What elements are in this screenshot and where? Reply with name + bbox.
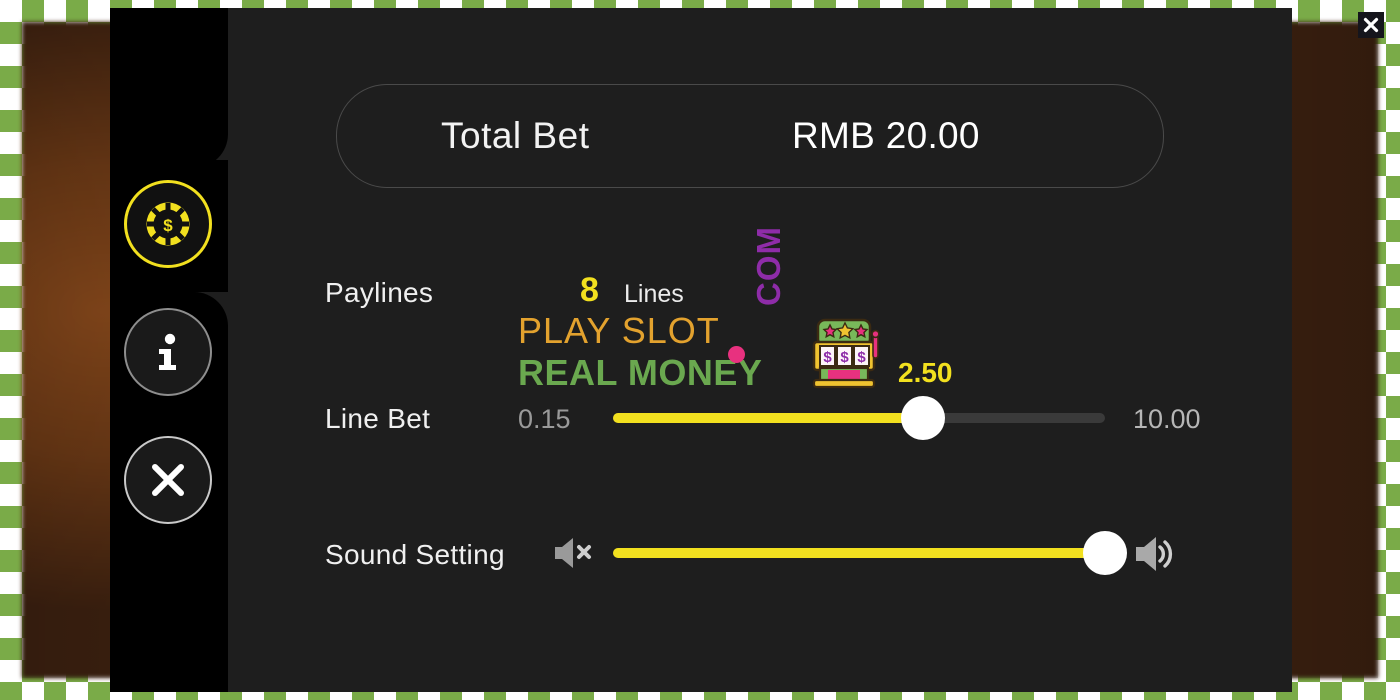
sound-setting-label: Sound Setting (325, 539, 505, 570)
sidebar-top-section (110, 8, 228, 168)
volume-mute-glyph (555, 538, 591, 568)
volume-up-icon[interactable] (1133, 534, 1177, 579)
paylines-unit: Lines (624, 280, 684, 308)
screenshot-root: $ Total Bet RMB 20.00 Paylines 8 Lines L… (0, 0, 1400, 700)
sidebar-item-info[interactable] (124, 308, 212, 396)
svg-text:$: $ (163, 216, 173, 235)
volume-mute-icon[interactable] (552, 534, 594, 577)
window-close-button[interactable] (1358, 12, 1384, 38)
info-icon (159, 333, 176, 370)
total-bet-label: Total Bet (441, 115, 590, 156)
sidebar-item-bet-settings[interactable]: $ (124, 180, 212, 268)
line-bet-min-value: 0.15 (518, 404, 571, 434)
sound-slider-thumb[interactable] (1083, 531, 1127, 575)
line-bet-slider-fill (613, 413, 923, 423)
sidebar-item-close[interactable] (124, 436, 212, 524)
casino-chip-icon: $ (146, 202, 190, 246)
total-bet-value: RMB 20.00 (792, 115, 980, 156)
total-bet-pill: Total Bet RMB 20.00 (336, 84, 1164, 188)
paylines-count: 8 (580, 271, 599, 309)
line-bet-slider-thumb[interactable] (900, 396, 945, 440)
close-icon (152, 464, 184, 496)
paylines-label: Paylines (325, 277, 434, 308)
sound-slider-fill (613, 548, 1105, 558)
line-bet-max-value: 10.00 (1133, 404, 1201, 434)
volume-up-glyph (1136, 537, 1173, 571)
line-bet-current-value: 2.50 (898, 357, 953, 388)
line-bet-label: Line Bet (325, 403, 431, 434)
close-icon (1363, 17, 1379, 33)
